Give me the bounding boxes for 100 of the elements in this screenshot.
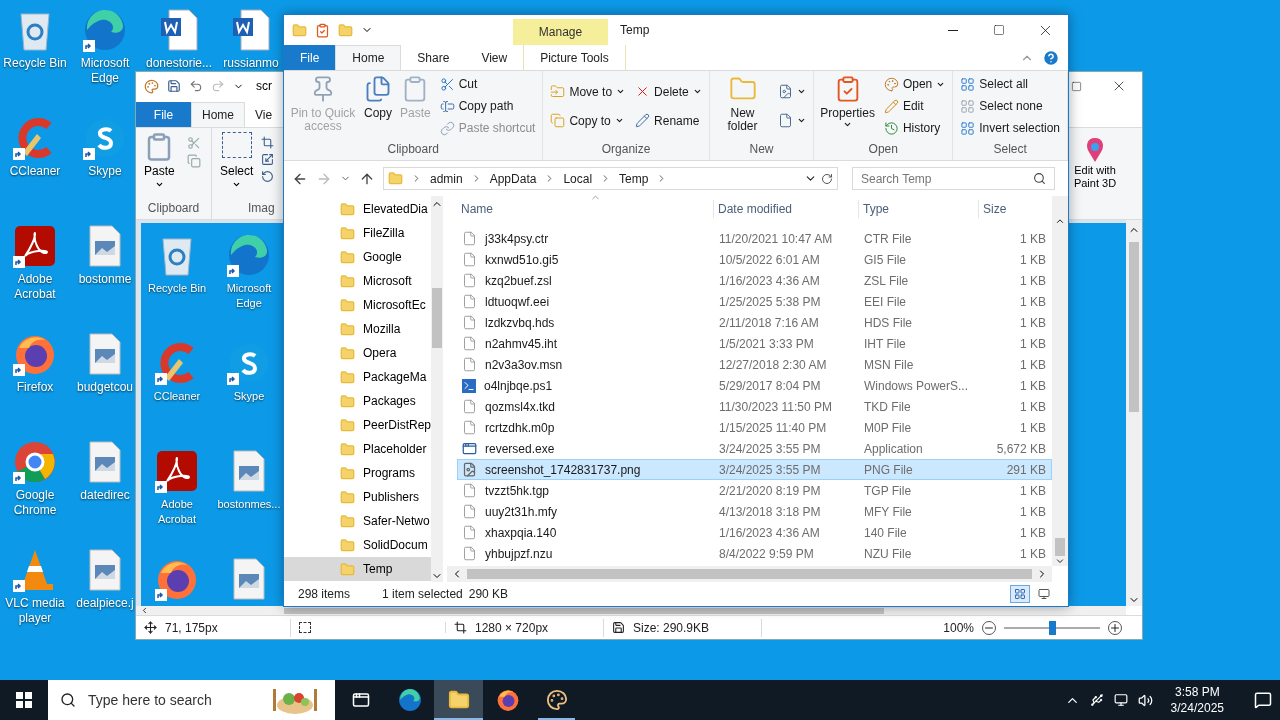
file-row[interactable]: o4lnjbqe.ps1 5/29/2017 8:04 PM Windows PowerS... 1 KB xyxy=(457,375,1052,396)
ribbon-button[interactable]: Delete xyxy=(635,77,702,106)
ribbon-button[interactable]: Copy path xyxy=(439,95,536,117)
address-bar[interactable]: admin AppData Local Temp xyxy=(383,167,838,190)
ribbon-tab[interactable]: File xyxy=(136,102,191,127)
cut-icon[interactable] xyxy=(186,136,201,150)
scroll-thumb[interactable] xyxy=(284,607,884,614)
file-row[interactable]: kxnwd51o.gi5 10/5/2022 6:01 AM GI5 File 1 KB xyxy=(457,249,1052,270)
nav-item[interactable]: Opera xyxy=(284,341,432,365)
breadcrumb[interactable]: Temp xyxy=(619,169,649,188)
file-row[interactable]: n2v3a3ov.msn 12/27/2018 2:30 AM MSN File 1 KB xyxy=(457,354,1052,375)
refresh-icon[interactable] xyxy=(821,172,833,185)
nav-item[interactable]: PackageMa xyxy=(284,365,432,389)
paint-icon[interactable] xyxy=(144,78,159,94)
file-row[interactable]: yhbujpzf.nzu 8/4/2022 9:59 PM NZU File 1 KB xyxy=(457,543,1052,564)
ribbon-button[interactable]: Properties xyxy=(817,71,878,129)
scrollbar[interactable] xyxy=(431,196,444,582)
file-row[interactable]: screenshot_1742831737.png 3/24/2025 3:55 PM PNG File 291 KB xyxy=(457,459,1052,480)
file-row[interactable]: j33k4psy.ctr 11/20/2021 10:47 AM CTR File 1 KB xyxy=(457,228,1052,249)
taskbar-search-field[interactable]: Type here to search xyxy=(48,680,335,720)
ribbon-button[interactable]: Copy xyxy=(361,71,395,120)
undo-icon[interactable] xyxy=(189,79,203,93)
file-row[interactable]: rcrtzdhk.m0p 1/15/2025 11:40 PM M0P File 1 KB xyxy=(457,417,1052,438)
crop-icon[interactable] xyxy=(261,136,275,149)
ribbon-tab[interactable]: Vie xyxy=(245,102,283,127)
ribbon-button[interactable]: Open xyxy=(883,73,946,95)
search-field[interactable]: Search Temp xyxy=(852,167,1055,190)
file-row[interactable]: n2ahmv45.iht 1/5/2021 3:33 PM IHT File 1 KB xyxy=(457,333,1052,354)
file-row[interactable]: uuy2t31h.mfy 4/13/2018 3:18 PM MFY File 1 KB xyxy=(457,501,1052,522)
nav-item[interactable]: MicrosoftEc xyxy=(284,293,432,317)
ribbon-tab[interactable]: View xyxy=(465,45,524,70)
column-header[interactable]: Name xyxy=(457,200,714,218)
rotate-icon[interactable] xyxy=(261,170,275,183)
volume-icon[interactable] xyxy=(1137,692,1153,708)
nav-item[interactable]: Google xyxy=(284,245,432,269)
file-row[interactable]: lzdkzvbq.hds 2/11/2018 7:16 AM HDS File 1 KB xyxy=(457,312,1052,333)
ribbon-tab[interactable]: Home xyxy=(335,45,402,70)
ribbon-tab[interactable]: Picture Tools xyxy=(523,45,626,70)
nav-item[interactable]: Placeholder xyxy=(284,437,432,461)
nav-item[interactable]: FileZilla xyxy=(284,221,432,245)
column-header[interactable]: Date modified xyxy=(714,200,859,218)
column-header[interactable]: Size xyxy=(979,200,1049,218)
file-row[interactable]: xhaxpqia.140 1/16/2023 4:36 AM 140 File 1 KB xyxy=(457,522,1052,543)
taskbar-app[interactable] xyxy=(434,680,483,720)
scrollbar[interactable] xyxy=(1126,220,1142,606)
ribbon-button[interactable]: Select all xyxy=(960,73,1060,95)
file-row[interactable]: kzq2buef.zsl 1/16/2023 4:36 AM ZSL File 1 KB xyxy=(457,270,1052,291)
ribbon-button[interactable]: Select none xyxy=(960,95,1060,117)
help-icon[interactable] xyxy=(1042,48,1060,67)
save-icon[interactable] xyxy=(167,79,181,93)
breadcrumb[interactable]: Local xyxy=(563,169,593,188)
ribbon-button[interactable]: Rename xyxy=(635,106,702,135)
ribbon-button[interactable]: Invert selection xyxy=(960,117,1060,139)
horizontal-scrollbar[interactable] xyxy=(136,606,1126,615)
breadcrumb[interactable]: admin xyxy=(430,169,463,188)
details-view-button[interactable] xyxy=(1010,585,1030,603)
properties-icon[interactable] xyxy=(315,22,330,38)
file-row[interactable]: qozmsl4x.tkd 11/30/2023 11:50 PM TKD File 1 KB xyxy=(457,396,1052,417)
device-icon[interactable] xyxy=(1089,693,1104,707)
ribbon-tab[interactable]: File xyxy=(284,45,336,70)
nav-item[interactable]: ElevatedDia xyxy=(284,197,432,221)
file-row[interactable]: tvzzt5hk.tgp 2/21/2020 8:19 PM TGP File 1 KB xyxy=(457,480,1052,501)
clock[interactable]: 3:58 PM 3/24/2025 xyxy=(1162,684,1232,716)
scroll-thumb[interactable] xyxy=(432,288,443,348)
file-row[interactable]: reversed.exe 3/24/2025 3:55 PM Application 5,672 KB xyxy=(457,438,1052,459)
breadcrumb[interactable]: AppData xyxy=(489,169,537,188)
ribbon-button[interactable]: History xyxy=(883,117,946,139)
nav-item[interactable]: Publishers xyxy=(284,485,432,509)
ribbon-button[interactable]: Edit xyxy=(883,95,946,117)
file-row[interactable]: ldtuoqwf.eei 1/25/2025 5:38 PM EEI File 1 KB xyxy=(457,291,1052,312)
ribbon-button[interactable]: New folder xyxy=(712,71,773,133)
scroll-thumb[interactable] xyxy=(467,569,1032,579)
nav-item[interactable]: PeerDistRep xyxy=(284,413,432,437)
zoom-slider[interactable] xyxy=(1004,620,1100,635)
ribbon-tab[interactable]: Share xyxy=(401,45,466,70)
slider-thumb[interactable] xyxy=(1049,620,1056,635)
nav-item[interactable]: Mozilla xyxy=(284,317,432,341)
ribbon-button[interactable]: Cut xyxy=(439,73,536,95)
nav-item[interactable]: Packages xyxy=(284,389,432,413)
nav-item[interactable]: Microsoft xyxy=(284,269,432,293)
paint-3d-button[interactable]: Edit with Paint 3D xyxy=(1072,136,1118,190)
ribbon-tab[interactable]: Home xyxy=(191,102,245,127)
scroll-left-icon[interactable] xyxy=(140,606,149,615)
nav-item[interactable]: Safer-Netwo xyxy=(284,509,432,533)
scroll-thumb[interactable] xyxy=(1055,538,1065,556)
network-icon[interactable] xyxy=(1113,693,1128,707)
column-header[interactable]: Type xyxy=(859,200,979,218)
scrollbar[interactable] xyxy=(1052,196,1068,566)
nav-item[interactable]: Programs xyxy=(284,461,432,485)
notifications-icon[interactable] xyxy=(1254,691,1272,709)
nav-item[interactable]: Temp xyxy=(284,557,432,581)
ribbon-button[interactable]: Move to xyxy=(550,77,626,106)
ribbon-button[interactable]: Copy to xyxy=(550,106,626,135)
resize-icon[interactable] xyxy=(261,153,275,166)
nav-item[interactable]: SolidDocum xyxy=(284,533,432,557)
copy-icon[interactable] xyxy=(186,154,201,168)
scroll-thumb[interactable] xyxy=(1129,242,1139,412)
select-button[interactable]: Select xyxy=(220,132,254,189)
horizontal-scrollbar[interactable] xyxy=(447,566,1052,582)
paste-button[interactable]: Paste xyxy=(144,132,175,189)
